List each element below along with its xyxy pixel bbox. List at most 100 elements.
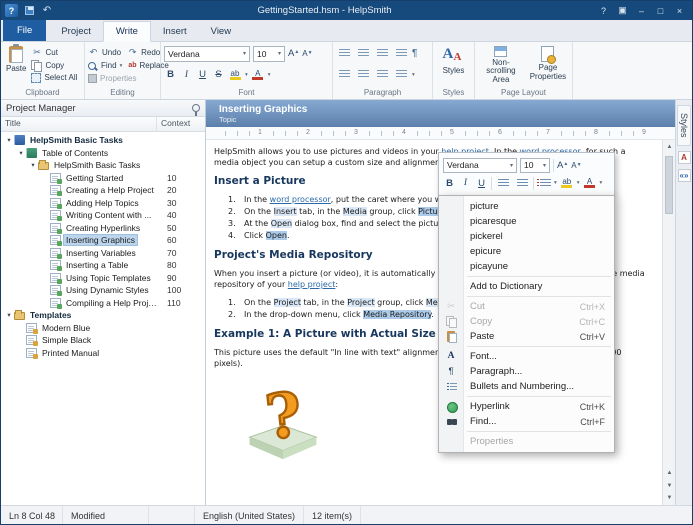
menu-item-paragraph[interactable]: ¶Paragraph...: [439, 364, 614, 379]
chevron-down-icon[interactable]: ▾: [577, 180, 580, 186]
mini-italic-button[interactable]: I: [459, 176, 472, 191]
tab-write[interactable]: Write: [103, 21, 151, 42]
menu-item-bullets-and-numbering[interactable]: Bullets and Numbering...: [439, 379, 614, 394]
tab-insert[interactable]: Insert: [151, 22, 199, 41]
font-size-combo[interactable]: 10▾: [253, 46, 285, 62]
tree-item-templates[interactable]: ▾Templates: [1, 309, 205, 322]
mini-shrink-font-button[interactable]: A▼: [571, 161, 581, 170]
highlight-color-button[interactable]: ab: [228, 70, 242, 80]
show-formatting-button[interactable]: ¶: [412, 48, 417, 59]
scroll-up-icon[interactable]: ▲: [664, 141, 675, 153]
column-header-context[interactable]: Context: [157, 117, 205, 131]
undo-icon[interactable]: ↶: [40, 4, 54, 18]
underline-button[interactable]: U: [196, 67, 209, 82]
help-icon[interactable]: ?: [595, 3, 612, 18]
expand-arrow-icon[interactable]: ▾: [16, 149, 26, 157]
editor-scrollbar[interactable]: ▲ ▲ ▼ ▼: [662, 140, 675, 505]
expand-arrow-icon[interactable]: ▾: [4, 311, 14, 319]
menu-item-paste[interactable]: PasteCtrl+V: [439, 329, 614, 344]
maximize-button[interactable]: □: [652, 3, 669, 18]
chevron-down-icon[interactable]: ▾: [600, 180, 603, 186]
tree-item-inserting-a-table[interactable]: Inserting a Table80: [1, 259, 205, 272]
chevron-down-icon[interactable]: ▾: [554, 180, 557, 186]
mini-underline-button[interactable]: U: [475, 176, 488, 191]
tree-item-printed-manual[interactable]: Printed Manual: [1, 347, 205, 360]
styles-button[interactable]: AA Styles: [440, 44, 468, 86]
menu-item-copy[interactable]: CopyCtrl+C: [439, 314, 614, 329]
mini-font-family-combo[interactable]: Verdana▾: [443, 158, 517, 173]
minimize-button[interactable]: –: [633, 3, 650, 18]
tree-item-getting-started[interactable]: Getting Started10: [1, 172, 205, 185]
font-color-button[interactable]: A: [251, 70, 265, 80]
expand-arrow-icon[interactable]: ▾: [4, 136, 14, 144]
cut-button[interactable]: ✂Cut: [31, 46, 77, 59]
menu-item-epicure[interactable]: epicure: [439, 244, 614, 259]
mini-align-left-button[interactable]: [495, 176, 511, 191]
menu-item-picture[interactable]: picture: [439, 199, 614, 214]
mini-highlight-button[interactable]: ab: [560, 178, 574, 188]
line-spacing-button[interactable]: ▾: [412, 72, 415, 78]
page-down-icon[interactable]: ▼: [664, 492, 675, 504]
align-left-button[interactable]: [336, 67, 352, 82]
tab-view[interactable]: View: [199, 22, 243, 41]
properties-button[interactable]: Properties: [88, 72, 136, 85]
chevron-down-icon[interactable]: ▾: [245, 72, 248, 78]
scrollbar-thumb[interactable]: [665, 156, 673, 214]
menu-item-font[interactable]: AFont...: [439, 349, 614, 364]
styles-panel-tab[interactable]: Styles: [677, 105, 691, 146]
tree-item-inserting-variables[interactable]: Inserting Variables70: [1, 247, 205, 260]
non-scrolling-area-button[interactable]: Non-scrolling Area: [478, 44, 524, 86]
bold-button[interactable]: B: [164, 67, 177, 82]
justify-button[interactable]: [393, 67, 409, 82]
tree-item-helpsmith-basic-tasks[interactable]: ▾HelpSmith Basic Tasks: [1, 159, 205, 172]
menu-item-cut[interactable]: ✂CutCtrl+X: [439, 299, 614, 314]
align-right-button[interactable]: [374, 67, 390, 82]
menu-item-add-to-dictionary[interactable]: Add to Dictionary: [439, 279, 614, 294]
menu-item-picayune[interactable]: picayune: [439, 259, 614, 274]
shrink-font-button[interactable]: A▼: [302, 49, 312, 58]
find-button[interactable]: Find▾: [88, 59, 122, 72]
pin-icon[interactable]: [192, 104, 200, 112]
grow-font-button[interactable]: A▲: [288, 48, 299, 59]
tree-item-helpsmith-basic-tasks[interactable]: ▾HelpSmith Basic Tasks: [1, 134, 205, 147]
page-properties-button[interactable]: Page Properties: [527, 44, 569, 86]
undo-button[interactable]: ↶Undo: [88, 46, 121, 59]
close-button[interactable]: ×: [671, 3, 688, 18]
ruler[interactable]: 123456789: [206, 127, 675, 140]
mini-bullet-list-button[interactable]: [537, 179, 551, 188]
expand-arrow-icon[interactable]: ▾: [28, 161, 38, 169]
menu-item-properties[interactable]: Properties: [439, 434, 614, 449]
strikethrough-button[interactable]: S: [212, 67, 225, 82]
copy-button[interactable]: Copy: [31, 59, 77, 72]
menu-item-find[interactable]: Find...Ctrl+F: [439, 414, 614, 429]
mini-grow-font-button[interactable]: A▲: [557, 160, 568, 171]
tree-item-adding-help-topics[interactable]: Adding Help Topics30: [1, 197, 205, 210]
tab-project[interactable]: Project: [49, 22, 103, 41]
tree-item-using-dynamic-styles[interactable]: Using Dynamic Styles100: [1, 284, 205, 297]
column-header-title[interactable]: Title: [1, 117, 157, 131]
mini-bold-button[interactable]: B: [443, 176, 456, 191]
paste-button[interactable]: Paste: [4, 44, 28, 86]
app-logo-icon[interactable]: ?: [5, 4, 18, 17]
font-family-combo[interactable]: Verdana▾: [164, 46, 250, 62]
ribbon-display-icon[interactable]: ▣: [614, 3, 631, 18]
numbered-list-button[interactable]: [355, 46, 371, 61]
format-panel-icon[interactable]: «»: [678, 169, 691, 182]
save-icon[interactable]: [22, 4, 36, 18]
tree-item-creating-a-help-project[interactable]: Creating a Help Project20: [1, 184, 205, 197]
select-all-button[interactable]: Select All: [31, 71, 77, 84]
tree-item-table-of-contents[interactable]: ▾Table of Contents: [1, 147, 205, 160]
decrease-indent-button[interactable]: [374, 46, 390, 61]
doc-link[interactable]: help project: [288, 280, 336, 289]
tab-file[interactable]: File: [3, 20, 46, 41]
menu-item-pickerel[interactable]: pickerel: [439, 229, 614, 244]
menu-item-hyperlink[interactable]: HyperlinkCtrl+K: [439, 399, 614, 414]
tree-item-creating-hyperlinks[interactable]: Creating Hyperlinks50: [1, 222, 205, 235]
mini-align-center-button[interactable]: [514, 176, 530, 191]
menu-item-picaresque[interactable]: picaresque: [439, 214, 614, 229]
tree-item-simple-black[interactable]: Simple Black: [1, 334, 205, 347]
increase-indent-button[interactable]: [393, 46, 409, 61]
status-language[interactable]: English (United States): [195, 506, 304, 525]
scroll-down-icon[interactable]: ▼: [664, 480, 675, 492]
tree-item-using-topic-templates[interactable]: Using Topic Templates90: [1, 272, 205, 285]
